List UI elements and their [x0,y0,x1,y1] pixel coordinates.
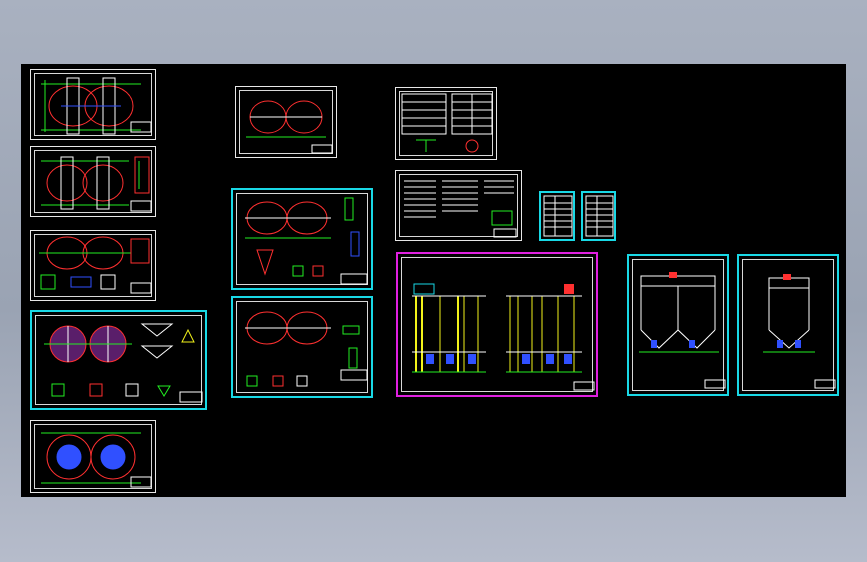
tank-plan-drawing [39,236,152,294]
elevation-drawing [639,272,726,389]
drawing-sheet-plan-3[interactable] [30,230,156,301]
notes-drawing [404,180,517,238]
elevation-drawing [412,283,595,391]
elevation-drawing [763,274,836,389]
drawing-sheet-plan-5[interactable] [30,420,156,493]
drawing-sheet-plan-1[interactable] [30,69,156,140]
drawing-sheet-section-top[interactable] [235,86,337,158]
drawing-sheet-section-mid[interactable] [231,188,373,290]
mini-table-sheet-1[interactable] [539,191,575,241]
drawing-sheet-plan-4[interactable] [30,310,207,410]
drawing-sheet-notes[interactable] [395,170,522,241]
twin-circle-plan-drawing [41,432,152,488]
tank-plan-drawing [41,77,152,135]
tank-detail-drawing [44,323,203,403]
tank-plan-drawing [41,156,152,212]
drawing-sheet-elevation-right-1[interactable] [627,254,729,396]
tank-section-detail-drawing [245,197,368,285]
tables-drawing [401,93,493,153]
mini-table-drawing [585,195,614,237]
tank-section-drawing [246,100,333,154]
drawing-sheet-elevation-large[interactable] [396,252,598,397]
drawing-canvas[interactable] [21,64,846,497]
tank-section-detail-drawing [245,311,368,387]
drawing-sheet-tables[interactable] [395,87,497,160]
drawing-sheet-plan-2[interactable] [30,146,156,217]
mini-table-drawing [543,195,573,237]
mini-table-sheet-2[interactable] [581,191,616,241]
drawing-sheet-section-low[interactable] [231,296,373,398]
drawing-sheet-elevation-right-2[interactable] [737,254,839,396]
